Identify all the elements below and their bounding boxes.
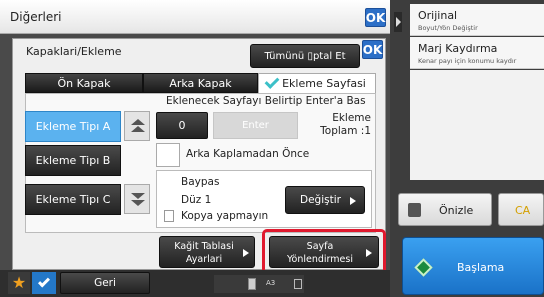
- page-title: Diğerleri: [10, 10, 62, 24]
- scroll-up-button[interactable]: [124, 111, 150, 141]
- paper-status-area: [214, 275, 304, 293]
- ok-button[interactable]: OK: [365, 8, 386, 27]
- insert-type-a-button[interactable]: Ekleme Tipı A: [25, 111, 121, 142]
- start-label: Başlama: [457, 261, 505, 274]
- favorite-star-button[interactable]: ★: [8, 272, 30, 294]
- tab-insert-sheet-label: Ekleme Sayfasi: [282, 77, 366, 90]
- scroll-down-button[interactable]: [124, 184, 150, 214]
- bypass-label: Baypas: [181, 176, 220, 188]
- preview-icon: [408, 203, 421, 217]
- insert-total-text: Ekleme Toplam :1: [320, 112, 371, 137]
- function-item-subtitle: Kenar payı için konumu kaydır: [418, 57, 517, 65]
- paper-size-label: A3: [266, 279, 276, 287]
- cancel-all-button[interactable]: Tümünü ▯ptal Et: [250, 44, 360, 68]
- checkmark-icon: [37, 275, 51, 288]
- paper-tray-settings-label: Kağit Tablasi Ayarlari: [174, 241, 234, 265]
- page-orientation-button[interactable]: Sayfa Yönlendirmesi: [269, 236, 379, 268]
- page-number-input[interactable]: 0: [156, 112, 208, 139]
- arrow-right-icon: [366, 249, 372, 257]
- insert-type-b-button[interactable]: Ekleme Tipı B: [25, 145, 121, 176]
- double-down-arrow-icon: [131, 193, 145, 199]
- ca-label: CA: [515, 204, 531, 217]
- arrow-right-icon: [350, 197, 356, 205]
- start-button[interactable]: Başlama: [402, 237, 544, 295]
- paper-stack-icon: [294, 279, 302, 289]
- double-down-arrow-icon-2: [131, 200, 145, 206]
- plain-paper-label: Düz 1: [181, 194, 212, 206]
- change-label: Değiştir: [300, 194, 341, 206]
- right-panel-empty-area: [410, 70, 544, 180]
- tab-back-cover[interactable]: Arka Kapak: [143, 73, 258, 93]
- insert-type-c-button[interactable]: Ekleme Tipı C: [25, 184, 121, 215]
- function-item-title: Marj Kaydırma: [418, 42, 498, 55]
- function-item-original[interactable]: Orijinal Boyut/Yön Değiştir: [410, 4, 544, 36]
- enter-button[interactable]: Enter: [213, 112, 298, 139]
- no-copy-label: Kopya yapmayın: [181, 210, 269, 222]
- no-copy-checkbox[interactable]: [164, 210, 174, 222]
- function-item-title: Orijinal: [418, 9, 458, 22]
- tab-front-cover[interactable]: Ön Kapak: [25, 73, 143, 93]
- collapse-arrow-icon: [396, 17, 401, 27]
- tab-insert-sheet[interactable]: Ekleme Sayfasi: [258, 73, 376, 93]
- before-back-cover-checkbox[interactable]: [156, 143, 180, 167]
- arrow-right-icon: [243, 249, 249, 257]
- function-item-subtitle: Boyut/Yön Değiştir: [418, 24, 478, 32]
- page-orientation-label: Sayfa Yönlendirmesi: [287, 241, 353, 265]
- paper-sheet-icon: [248, 278, 256, 290]
- function-item-margin-shift[interactable]: Marj Kaydırma Kenar payı için konumu kay…: [410, 37, 544, 69]
- paper-tray-settings-button[interactable]: Kağit Tablasi Ayarlari: [159, 236, 255, 268]
- checkmark-icon: [264, 74, 280, 89]
- double-up-arrow-icon-2: [131, 126, 145, 132]
- back-button[interactable]: Geri: [60, 272, 150, 294]
- preview-label: Önizle: [439, 204, 474, 217]
- bottom-bar: [0, 270, 390, 297]
- preview-button[interactable]: Önizle: [398, 193, 492, 226]
- ca-button[interactable]: CA: [498, 193, 544, 226]
- before-back-cover-label: Arka Kaplamadan Önce: [186, 148, 310, 160]
- change-button[interactable]: Değiştir: [285, 186, 365, 214]
- instruction-text: Eklenecek Sayfayı Belirtip Enter'a Bas: [166, 95, 366, 107]
- double-up-arrow-icon: [131, 119, 145, 125]
- star-icon: ★: [11, 273, 27, 292]
- start-icon: [414, 258, 433, 277]
- confirm-check-button[interactable]: [32, 272, 56, 294]
- dialog-title: Kapaklari/Ekleme: [26, 45, 122, 58]
- dialog-ok-button[interactable]: OK: [362, 40, 383, 59]
